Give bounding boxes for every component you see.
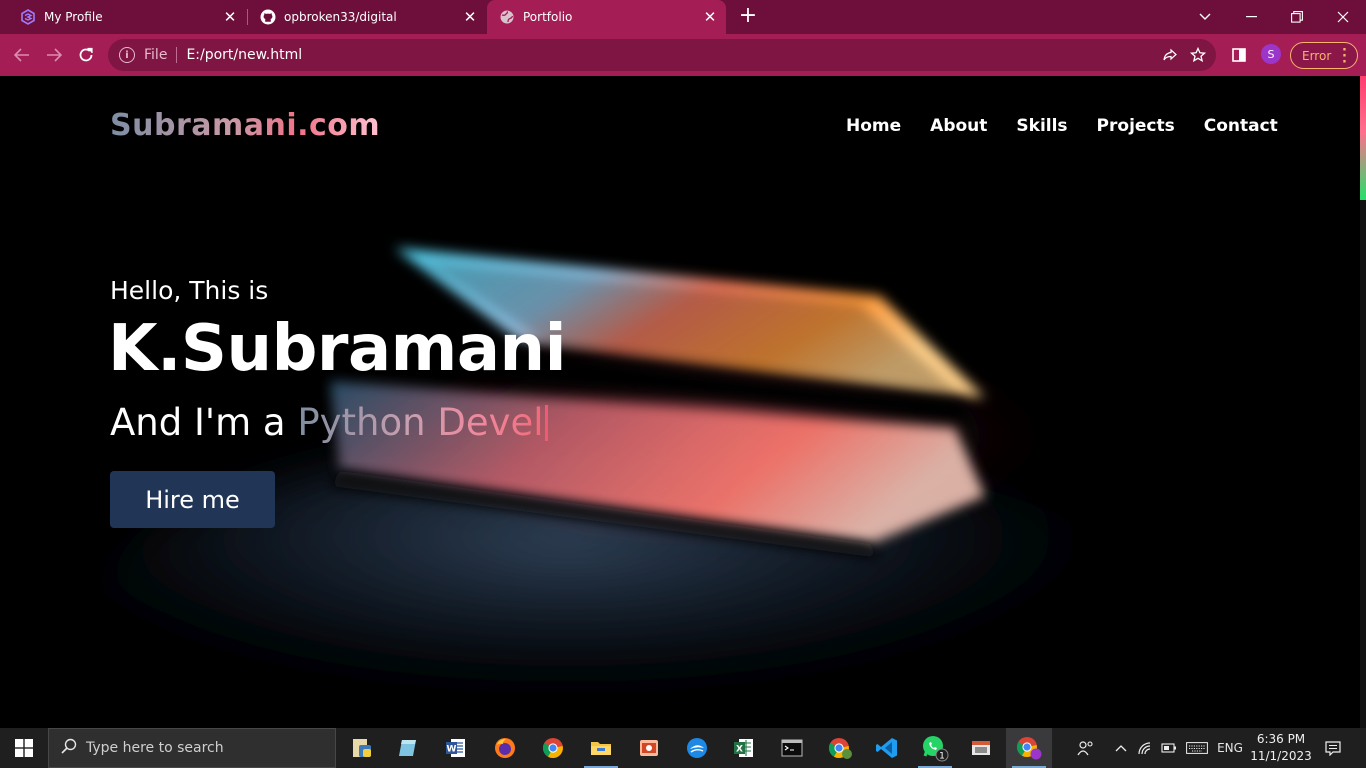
clock[interactable]: 6:36 PM 11/1/2023: [1246, 731, 1316, 765]
tab-my-profile[interactable]: My Profile ✕: [0, 0, 246, 34]
error-menu-button[interactable]: Error · · ·: [1290, 42, 1358, 69]
scheme-label: File: [144, 47, 168, 63]
page-viewport: Subramani.com Home About Skills Projects…: [0, 76, 1366, 728]
tab-title: Portfolio: [523, 10, 573, 24]
kebab-menu-icon: · · ·: [1342, 43, 1347, 70]
tab-title: opbroken33/digital: [284, 10, 397, 24]
battery-icon[interactable]: [1158, 728, 1180, 768]
avatar[interactable]: S: [1261, 44, 1281, 64]
url-text[interactable]: E:/port/new.html: [186, 47, 302, 63]
restore-button[interactable]: [1274, 0, 1320, 34]
forward-button[interactable]: [40, 41, 68, 69]
close-icon[interactable]: ✕: [458, 5, 482, 29]
date: 11/1/2023: [1250, 749, 1312, 763]
vscode-icon[interactable]: [864, 728, 910, 768]
share-icon[interactable]: [1158, 43, 1182, 67]
language-indicator[interactable]: ENG: [1214, 728, 1246, 768]
tab-strip: My Profile ✕ opbroken33/digital ✕ Portfo…: [0, 0, 1366, 34]
nav-about[interactable]: About: [930, 116, 987, 136]
powerpoint-icon[interactable]: [626, 728, 672, 768]
tab-title: My Profile: [44, 10, 103, 24]
role-prefix: And I'm a: [110, 401, 298, 444]
excel-icon[interactable]: X: [721, 728, 767, 768]
svg-text:W: W: [447, 745, 457, 755]
bookmark-star-icon[interactable]: [1186, 43, 1210, 67]
browser-toolbar: i File E:/port/new.html: [0, 34, 1366, 76]
file-explorer-python-icon[interactable]: [339, 728, 385, 768]
typing-cursor: [544, 405, 548, 441]
hire-me-button[interactable]: Hire me: [110, 471, 275, 528]
back-button[interactable]: [8, 41, 36, 69]
error-label: Error: [1302, 48, 1332, 63]
svg-text:1: 1: [939, 752, 945, 762]
word-icon[interactable]: W: [433, 728, 479, 768]
info-icon[interactable]: i: [119, 47, 135, 63]
app-icon[interactable]: [674, 728, 720, 768]
minimize-button[interactable]: [1228, 0, 1274, 34]
stack-logo-icon: [20, 9, 36, 25]
snipping-icon[interactable]: [958, 728, 1004, 768]
divider: [176, 47, 178, 63]
new-tab-button[interactable]: +: [735, 5, 761, 29]
site-logo[interactable]: Subramani.com: [110, 108, 380, 143]
windows-taskbar: Type here to search W X 1 ENG 6:36 PM 11…: [0, 728, 1366, 768]
firefox-icon[interactable]: [482, 728, 528, 768]
people-icon[interactable]: [1072, 728, 1100, 768]
svg-text:X: X: [736, 745, 743, 755]
windows-logo-icon: [15, 739, 33, 757]
typed-role: Python Devel: [297, 401, 544, 444]
tab-search-chevron-icon[interactable]: [1182, 0, 1228, 34]
hero-role: And I'm a Python Devel: [110, 401, 548, 444]
wifi-icon[interactable]: [1134, 728, 1156, 768]
chrome-icon[interactable]: [530, 728, 576, 768]
time: 6:36 PM: [1256, 732, 1306, 746]
notification-icon[interactable]: [1318, 728, 1348, 768]
hero-name: K.Subramani: [108, 312, 567, 386]
keyboard-icon[interactable]: [1184, 728, 1210, 768]
reload-button[interactable]: [72, 41, 100, 69]
nav-home[interactable]: Home: [846, 116, 901, 136]
nav-projects[interactable]: Projects: [1097, 116, 1175, 136]
chrome-profile-icon[interactable]: [817, 728, 863, 768]
terminal-icon[interactable]: [769, 728, 815, 768]
chevron-up-icon[interactable]: [1110, 728, 1132, 768]
close-window-button[interactable]: [1320, 0, 1366, 34]
search-icon: [61, 738, 77, 758]
tab-portfolio[interactable]: Portfolio ✕: [487, 0, 726, 34]
globe-icon: [499, 9, 515, 25]
scrollbar-thumb[interactable]: [1360, 76, 1366, 200]
main-nav: Home About Skills Projects Contact: [846, 116, 1278, 136]
address-bar[interactable]: i File E:/port/new.html: [108, 39, 1216, 71]
close-icon[interactable]: ✕: [218, 5, 242, 29]
nav-skills[interactable]: Skills: [1016, 116, 1067, 136]
taskbar-search[interactable]: Type here to search: [48, 728, 336, 768]
whatsapp-icon[interactable]: 1: [912, 728, 958, 768]
start-button[interactable]: [0, 728, 48, 768]
file-explorer-icon[interactable]: [578, 728, 624, 768]
github-icon: [260, 9, 276, 25]
notepad-icon[interactable]: [385, 728, 431, 768]
close-icon[interactable]: ✕: [698, 5, 722, 29]
nav-contact[interactable]: Contact: [1204, 116, 1278, 136]
chrome-active-icon[interactable]: [1006, 728, 1052, 768]
tab-github[interactable]: opbroken33/digital ✕: [240, 0, 486, 34]
hero-greeting: Hello, This is: [110, 276, 269, 305]
side-panel-icon[interactable]: [1225, 41, 1253, 69]
search-placeholder: Type here to search: [86, 740, 224, 756]
